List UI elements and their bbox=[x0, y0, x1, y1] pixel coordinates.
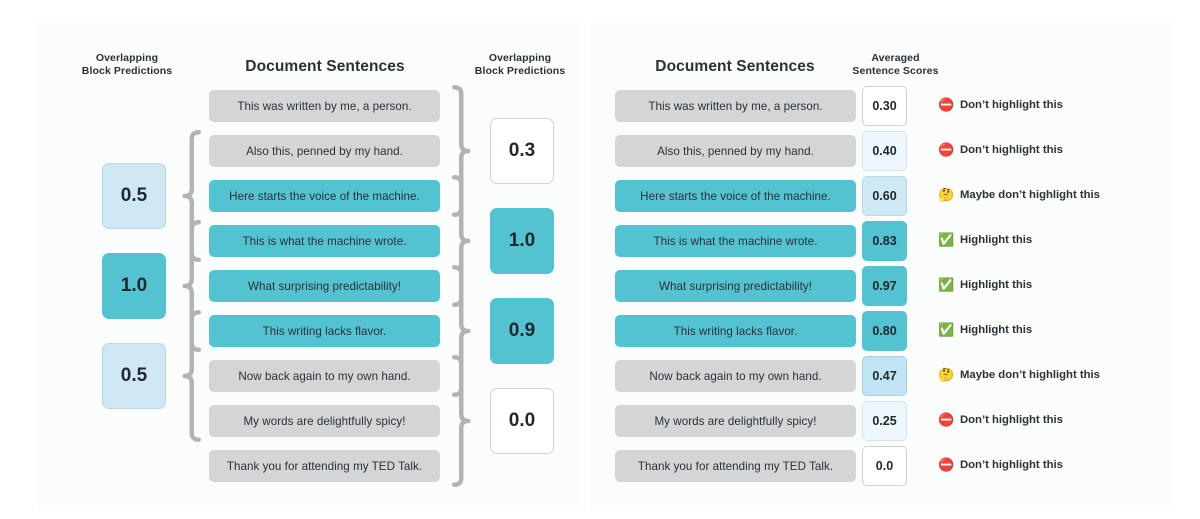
verdict-label: Highlight this bbox=[960, 278, 1033, 291]
left-sentence-row: Here starts the voice of the machine. bbox=[209, 180, 440, 212]
scored-sentence-row: Here starts the voice of the machine. bbox=[615, 180, 856, 212]
verdict-label: Maybe don’t highlight this bbox=[960, 368, 1100, 381]
scored-sentence-row: This writing lacks flavor. bbox=[615, 315, 856, 347]
check-mark-icon: ✅ bbox=[938, 277, 955, 292]
heading-averaged-sentence-scores: Averaged Sentence Scores bbox=[852, 52, 939, 78]
left-sentence-row: Thank you for attending my TED Talk. bbox=[209, 450, 440, 482]
averaged-score-box: 0.80 bbox=[862, 311, 907, 351]
verdict-row: 🤔 Maybe don’t highlight this bbox=[938, 368, 1100, 381]
verdict-label: Don’t highlight this bbox=[960, 413, 1063, 426]
check-mark-icon: ✅ bbox=[938, 232, 955, 247]
right-block-prediction-box: 0.0 bbox=[490, 388, 554, 454]
averaged-score-box: 0.60 bbox=[862, 176, 907, 216]
averaged-score-box: 0.47 bbox=[862, 356, 907, 396]
verdict-label: Highlight this bbox=[960, 233, 1033, 246]
scored-sentence-row: Now back again to my own hand. bbox=[615, 360, 856, 392]
heading-document-sentences-right: Document Sentences bbox=[655, 58, 815, 75]
averaged-score-box: 0.83 bbox=[862, 221, 907, 261]
verdict-row: ✅ Highlight this bbox=[938, 233, 1032, 246]
averaged-score-box: 0.30 bbox=[862, 86, 907, 126]
averaged-score-box: 0.25 bbox=[862, 401, 907, 441]
heading-overlapping-block-predictions-right: Overlapping Block Predictions bbox=[474, 52, 566, 78]
verdict-row: ⛔ Don’t highlight this bbox=[938, 458, 1063, 471]
scored-sentence-row: Also this, penned by my hand. bbox=[615, 135, 856, 167]
right-block-prediction-box: 0.9 bbox=[490, 298, 554, 364]
verdict-row: 🤔 Maybe don’t highlight this bbox=[938, 188, 1100, 201]
no-entry-icon: ⛔ bbox=[938, 412, 955, 427]
left-sentence-row: My words are delightfully spicy! bbox=[209, 405, 440, 437]
verdict-row: ⛔ Don’t highlight this bbox=[938, 413, 1063, 426]
verdict-row: ⛔ Don’t highlight this bbox=[938, 98, 1063, 111]
thinking-face-icon: 🤔 bbox=[938, 367, 955, 382]
left-sentence-row: This is what the machine wrote. bbox=[209, 225, 440, 257]
left-sentence-row: Now back again to my own hand. bbox=[209, 360, 440, 392]
verdict-row: ✅ Highlight this bbox=[938, 278, 1032, 291]
thinking-face-icon: 🤔 bbox=[938, 187, 955, 202]
diagram-canvas: Overlapping Block Predictions Document Se… bbox=[0, 0, 1200, 519]
left-block-prediction-box: 0.5 bbox=[102, 163, 166, 229]
no-entry-icon: ⛔ bbox=[938, 457, 955, 472]
left-block-prediction-box: 0.5 bbox=[102, 343, 166, 409]
no-entry-icon: ⛔ bbox=[938, 142, 955, 157]
averaged-score-box: 0.0 bbox=[862, 446, 907, 486]
verdict-label: Don’t highlight this bbox=[960, 458, 1063, 471]
scored-sentence-row: This was written by me, a person. bbox=[615, 90, 856, 122]
scored-sentence-row: My words are delightfully spicy! bbox=[615, 405, 856, 437]
scored-sentence-row: This is what the machine wrote. bbox=[615, 225, 856, 257]
right-block-prediction-box: 1.0 bbox=[490, 208, 554, 274]
verdict-label: Don’t highlight this bbox=[960, 143, 1063, 156]
left-sentence-row: Also this, penned by my hand. bbox=[209, 135, 440, 167]
check-mark-icon: ✅ bbox=[938, 322, 955, 337]
averaged-score-box: 0.97 bbox=[862, 266, 907, 306]
heading-overlapping-block-predictions-left: Overlapping Block Predictions bbox=[81, 52, 173, 78]
scored-sentence-row: Thank you for attending my TED Talk. bbox=[615, 450, 856, 482]
averaged-score-box: 0.40 bbox=[862, 131, 907, 171]
heading-document-sentences-left: Document Sentences bbox=[245, 58, 405, 75]
right-block-prediction-box: 0.3 bbox=[490, 118, 554, 184]
scored-sentence-row: What surprising predictability! bbox=[615, 270, 856, 302]
verdict-label: Don’t highlight this bbox=[960, 98, 1063, 111]
left-sentence-row: What surprising predictability! bbox=[209, 270, 440, 302]
left-sentence-row: This writing lacks flavor. bbox=[209, 315, 440, 347]
left-sentence-row: This was written by me, a person. bbox=[209, 90, 440, 122]
verdict-label: Maybe don’t highlight this bbox=[960, 188, 1100, 201]
verdict-row: ⛔ Don’t highlight this bbox=[938, 143, 1063, 156]
verdict-label: Highlight this bbox=[960, 323, 1033, 336]
verdict-row: ✅ Highlight this bbox=[938, 323, 1032, 336]
no-entry-icon: ⛔ bbox=[938, 97, 955, 112]
left-block-prediction-box: 1.0 bbox=[102, 253, 166, 319]
